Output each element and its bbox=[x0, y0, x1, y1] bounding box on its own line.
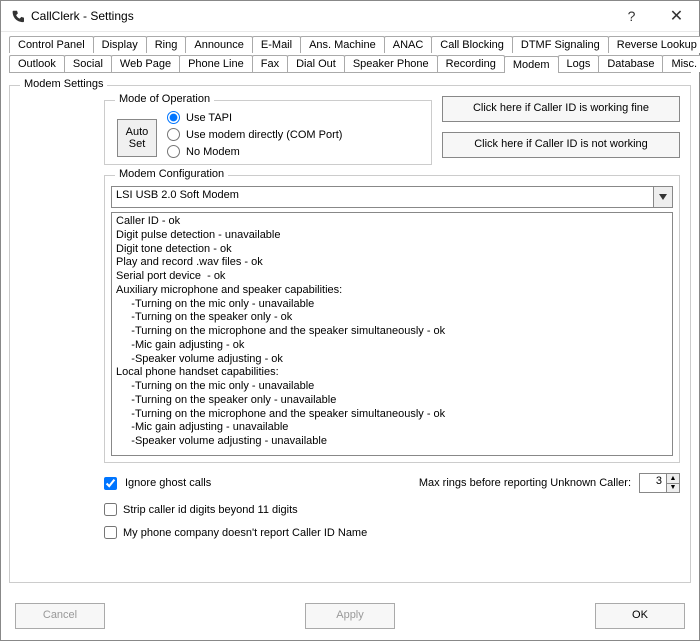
apply-button[interactable]: Apply bbox=[305, 603, 395, 629]
radio-use-direct-input[interactable] bbox=[167, 128, 180, 141]
tab-speaker-phone[interactable]: Speaker Phone bbox=[344, 55, 438, 72]
tab-display[interactable]: Display bbox=[93, 36, 147, 53]
tab-web-page[interactable]: Web Page bbox=[111, 55, 180, 72]
cancel-button[interactable]: Cancel bbox=[15, 603, 105, 629]
tab-fax[interactable]: Fax bbox=[252, 55, 288, 72]
dialog-footer: Cancel Apply OK bbox=[1, 591, 699, 643]
max-rings-up-button[interactable]: ▲ bbox=[667, 474, 679, 483]
help-button[interactable]: ? bbox=[609, 1, 654, 31]
tab-ans-machine[interactable]: Ans. Machine bbox=[300, 36, 385, 53]
radio-no-modem[interactable]: No Modem bbox=[167, 145, 342, 158]
titlebar: CallClerk - Settings ? ✕ bbox=[1, 1, 699, 32]
tab-anac[interactable]: ANAC bbox=[384, 36, 433, 53]
radio-no-modem-label: No Modem bbox=[186, 146, 240, 158]
group-config-legend: Modem Configuration bbox=[115, 168, 228, 180]
tab-ring[interactable]: Ring bbox=[146, 36, 187, 53]
modem-select-dropdown-button[interactable] bbox=[653, 187, 672, 207]
ignore-ghost-calls-checkbox[interactable] bbox=[104, 477, 117, 490]
radio-use-direct-label: Use modem directly (COM Port) bbox=[186, 129, 342, 141]
tab-modem[interactable]: Modem bbox=[504, 56, 559, 73]
callerid-working-button[interactable]: Click here if Caller ID is working fine bbox=[442, 96, 680, 122]
strip-digits-checkbox[interactable] bbox=[104, 503, 117, 516]
content-area: Modem Settings Mode of Operation Auto Se… bbox=[1, 73, 699, 591]
tab-outlook[interactable]: Outlook bbox=[9, 55, 65, 72]
window-title: CallClerk - Settings bbox=[31, 9, 609, 23]
tab-row-1: Control PanelDisplayRingAnnounceE-MailAn… bbox=[9, 36, 691, 53]
callerid-test-buttons: Click here if Caller ID is working fine … bbox=[442, 96, 680, 165]
auto-set-l1: Auto bbox=[126, 126, 149, 138]
tab-misc[interactable]: Misc. bbox=[662, 55, 700, 72]
tab-announce[interactable]: Announce bbox=[185, 36, 253, 53]
max-rings-label: Max rings before reporting Unknown Calle… bbox=[419, 477, 631, 489]
auto-set-button[interactable]: Auto Set bbox=[117, 119, 157, 157]
group-mode-legend: Mode of Operation bbox=[115, 93, 214, 105]
tab-reverse-lookup[interactable]: Reverse Lookup bbox=[608, 36, 700, 53]
tabs-container: Control PanelDisplayRingAnnounceE-MailAn… bbox=[1, 32, 699, 73]
modem-select[interactable]: LSI USB 2.0 Soft Modem bbox=[111, 186, 673, 208]
max-rings-spinner[interactable]: 3 ▲ ▼ bbox=[639, 473, 680, 493]
settings-window: CallClerk - Settings ? ✕ Control PanelDi… bbox=[0, 0, 700, 641]
max-rings-down-button[interactable]: ▼ bbox=[667, 483, 679, 493]
mode-radio-group: Use TAPI Use modem directly (COM Port) N… bbox=[167, 111, 342, 158]
tab-recording[interactable]: Recording bbox=[437, 55, 505, 72]
tab-social[interactable]: Social bbox=[64, 55, 112, 72]
tab-e-mail[interactable]: E-Mail bbox=[252, 36, 301, 53]
ignore-ghost-calls-label: Ignore ghost calls bbox=[125, 477, 211, 489]
close-button[interactable]: ✕ bbox=[654, 1, 699, 31]
radio-no-modem-input[interactable] bbox=[167, 145, 180, 158]
radio-use-tapi-input[interactable] bbox=[167, 111, 180, 124]
no-name-report-checkbox[interactable] bbox=[104, 526, 117, 539]
tab-control-panel[interactable]: Control Panel bbox=[9, 36, 94, 53]
ok-button[interactable]: OK bbox=[595, 603, 685, 629]
strip-digits-label: Strip caller id digits beyond 11 digits bbox=[123, 504, 298, 516]
tab-logs[interactable]: Logs bbox=[558, 55, 600, 72]
tab-dtmf-signaling[interactable]: DTMF Signaling bbox=[512, 36, 609, 53]
tab-phone-line[interactable]: Phone Line bbox=[179, 55, 253, 72]
radio-use-direct[interactable]: Use modem directly (COM Port) bbox=[167, 128, 342, 141]
group-modem-configuration: Modem Configuration LSI USB 2.0 Soft Mod… bbox=[104, 175, 680, 463]
tab-dial-out[interactable]: Dial Out bbox=[287, 55, 345, 72]
tab-database[interactable]: Database bbox=[598, 55, 663, 72]
group-modem-settings-legend: Modem Settings bbox=[20, 78, 107, 90]
radio-use-tapi[interactable]: Use TAPI bbox=[167, 111, 342, 124]
app-icon bbox=[9, 8, 25, 24]
auto-set-l2: Set bbox=[129, 138, 146, 150]
group-mode-of-operation: Mode of Operation Auto Set Use TAPI bbox=[104, 100, 432, 165]
no-name-report-label: My phone company doesn't report Caller I… bbox=[123, 527, 367, 539]
modem-select-value: LSI USB 2.0 Soft Modem bbox=[112, 187, 653, 207]
modem-diagnostics-text: Caller ID - ok Digit pulse detection - u… bbox=[111, 212, 673, 456]
callerid-not-working-button[interactable]: Click here if Caller ID is not working bbox=[442, 132, 680, 158]
radio-use-tapi-label: Use TAPI bbox=[186, 112, 232, 124]
group-modem-settings: Modem Settings Mode of Operation Auto Se… bbox=[9, 85, 691, 583]
max-rings-value: 3 bbox=[640, 474, 666, 492]
tab-call-blocking[interactable]: Call Blocking bbox=[431, 36, 513, 53]
tab-row-2: OutlookSocialWeb PagePhone LineFaxDial O… bbox=[9, 55, 691, 72]
